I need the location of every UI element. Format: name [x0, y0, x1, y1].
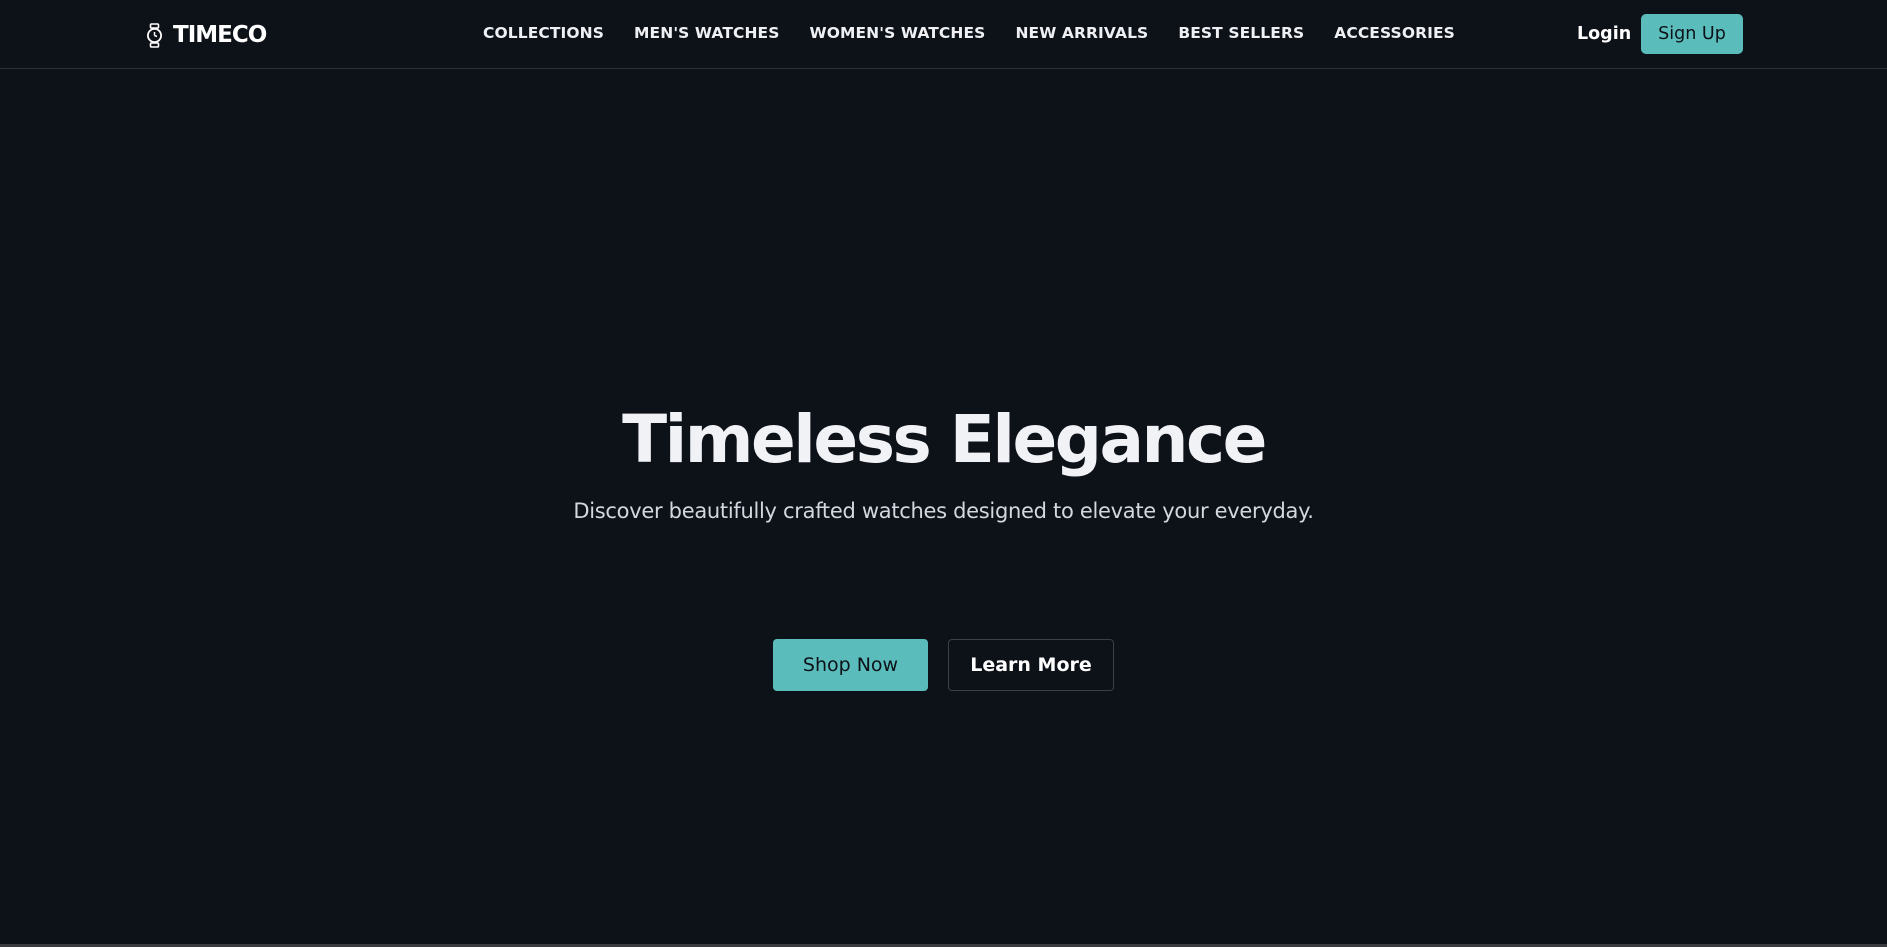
brand-name: TIMECO	[173, 22, 267, 48]
watch-icon	[147, 22, 162, 48]
hero-title: Timeless Elegance	[622, 401, 1267, 478]
nav-link-collections[interactable]: COLLECTIONS	[483, 24, 604, 42]
hero-actions: Shop Now Learn More	[773, 639, 1114, 691]
brand-logo[interactable]: TIMECO	[146, 19, 267, 51]
learn-more-button[interactable]: Learn More	[948, 639, 1114, 691]
hero-section: Timeless Elegance Discover beautifully c…	[0, 69, 1887, 944]
shop-now-button[interactable]: Shop Now	[773, 639, 928, 691]
nav-link-mens-watches[interactable]: MEN'S WATCHES	[634, 24, 779, 42]
top-navbar: TIMECO COLLECTIONS MEN'S WATCHES WOMEN'S…	[0, 0, 1887, 69]
nav-link-accessories[interactable]: ACCESSORIES	[1334, 24, 1455, 42]
main-nav: COLLECTIONS MEN'S WATCHES WOMEN'S WATCHE…	[483, 24, 1455, 42]
sign-up-button[interactable]: Sign Up	[1641, 14, 1743, 54]
nav-link-womens-watches[interactable]: WOMEN'S WATCHES	[810, 24, 986, 42]
hero-subtitle: Discover beautifully crafted watches des…	[573, 499, 1314, 523]
nav-link-new-arrivals[interactable]: NEW ARRIVALS	[1015, 24, 1148, 42]
nav-link-best-sellers[interactable]: BEST SELLERS	[1178, 24, 1304, 42]
page-viewport: TIMECO COLLECTIONS MEN'S WATCHES WOMEN'S…	[0, 0, 1887, 944]
login-link[interactable]: Login	[1577, 24, 1631, 44]
